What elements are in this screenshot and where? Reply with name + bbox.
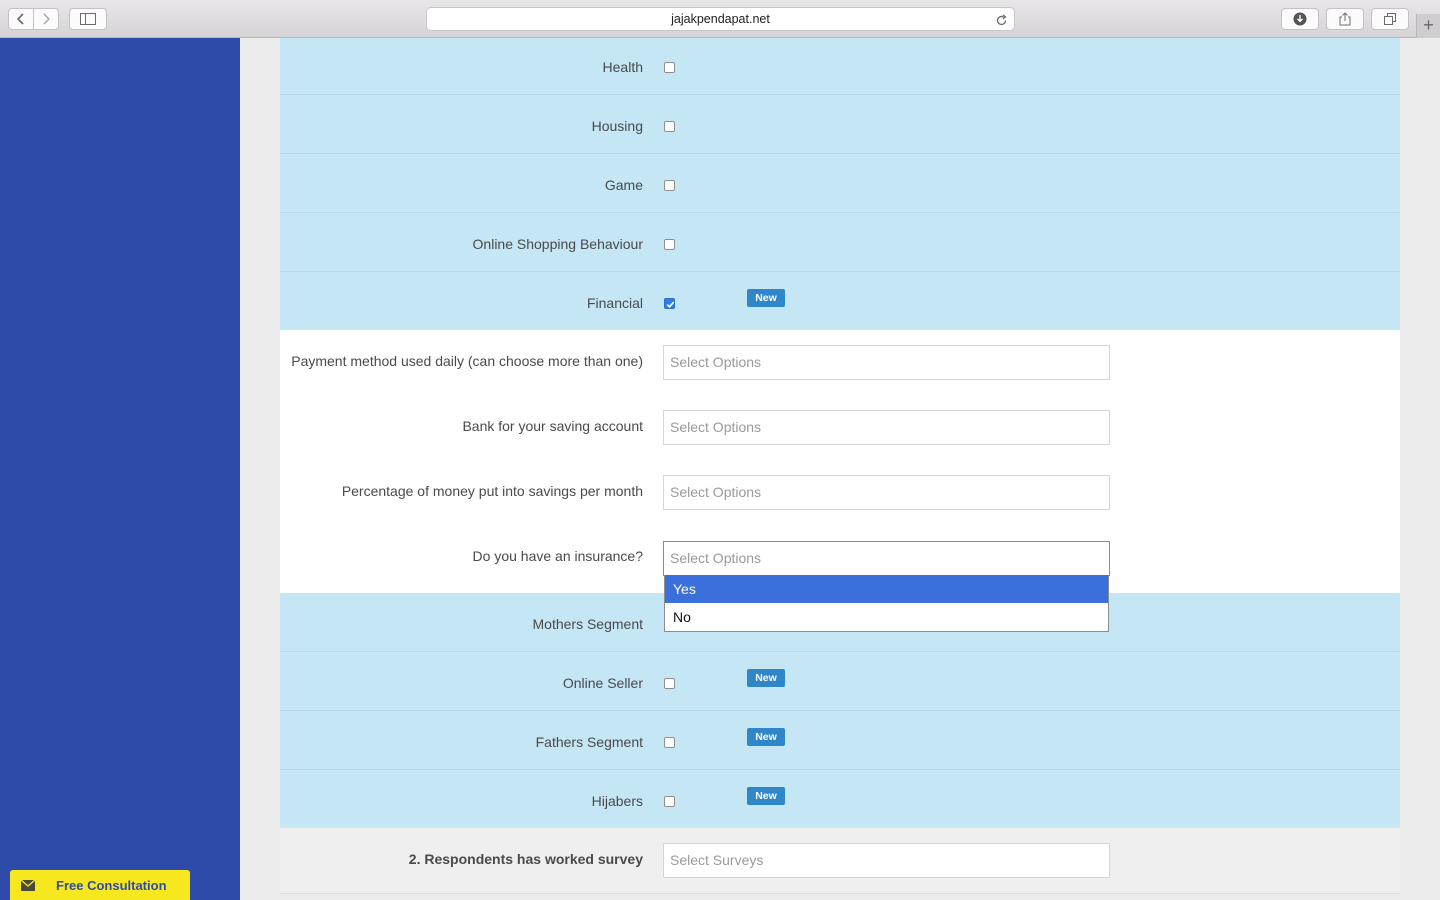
reload-icon[interactable]	[995, 12, 1008, 34]
envelope-icon	[10, 870, 46, 900]
segment-row-game: Game	[280, 154, 1400, 213]
question-label: Percentage of money put into savings per…	[341, 483, 643, 499]
segment-label: Online Shopping Behaviour	[472, 236, 643, 252]
survey-filter-form: Health Housing Game Online Shopping Beha…	[280, 38, 1400, 900]
new-tab-button[interactable]: +	[1416, 14, 1440, 38]
savings-percentage-select[interactable]: Select Options	[663, 475, 1110, 510]
url-text: jajakpendapat.net	[671, 12, 770, 26]
online-shopping-checkbox[interactable]	[664, 239, 675, 250]
checkmark-icon	[666, 301, 675, 308]
tabs-icon	[1384, 13, 1396, 25]
free-consultation-button[interactable]: Free Consultation	[10, 870, 190, 900]
insurance-options-list: Yes No	[664, 575, 1109, 632]
segment-row-online-seller: Online Seller New	[280, 652, 1400, 711]
share-icon	[1339, 12, 1351, 26]
online-seller-checkbox[interactable]	[664, 678, 675, 689]
tabs-overview-button[interactable]	[1371, 8, 1409, 30]
segment-label: Hijabers	[591, 793, 643, 809]
segment-row-health: Health	[280, 38, 1400, 95]
segment-row-online-shopping: Online Shopping Behaviour	[280, 213, 1400, 272]
insurance-select[interactable]: Select Options	[663, 541, 1110, 576]
payment-method-select[interactable]: Select Options	[663, 345, 1110, 380]
segment-row-hijabers: Hijabers New	[280, 770, 1400, 828]
chevron-left-icon	[16, 13, 24, 25]
back-button[interactable]	[8, 8, 34, 30]
segment-label: Fathers Segment	[535, 734, 643, 750]
downloads-button[interactable]	[1281, 8, 1319, 30]
segment-label: Mothers Segment	[532, 616, 644, 632]
question-label: Bank for your saving account	[462, 418, 643, 434]
hijabers-checkbox[interactable]	[664, 796, 675, 807]
new-badge: New	[747, 669, 785, 687]
segment-label: Health	[602, 59, 643, 75]
free-consultation-label: Free Consultation	[56, 877, 167, 893]
worked-survey-row: 2. Respondents has worked survey Select …	[280, 828, 1400, 894]
financial-checkbox[interactable]	[664, 298, 675, 309]
saving-bank-select[interactable]: Select Options	[663, 410, 1110, 445]
browser-toolbar: jajakpendapat.net +	[0, 0, 1440, 38]
option-no[interactable]: No	[665, 603, 1108, 631]
health-checkbox[interactable]	[664, 62, 675, 73]
share-button[interactable]	[1326, 8, 1364, 30]
segment-row-financial: Financial New	[280, 272, 1400, 330]
housing-checkbox[interactable]	[664, 121, 675, 132]
sidebar	[0, 38, 240, 900]
segment-row-housing: Housing	[280, 95, 1400, 154]
download-icon	[1293, 12, 1307, 26]
financial-questions-panel: Payment method used daily (can choose mo…	[280, 330, 1400, 593]
option-yes[interactable]: Yes	[665, 575, 1108, 603]
address-bar[interactable]: jajakpendapat.net	[426, 7, 1015, 31]
sidebar-toggle-button[interactable]	[69, 8, 107, 30]
question-label: Do you have an insurance?	[472, 548, 643, 564]
forward-button[interactable]	[33, 8, 59, 30]
fathers-checkbox[interactable]	[664, 737, 675, 748]
segment-row-fathers: Fathers Segment New	[280, 711, 1400, 770]
sidebar-icon	[80, 13, 96, 25]
surveys-select[interactable]: Select Surveys	[663, 843, 1110, 878]
segment-label: Game	[604, 177, 643, 193]
segment-label: Financial	[586, 295, 643, 311]
segment-label: Online Seller	[562, 675, 643, 691]
worked-survey-label: 2. Respondents has worked survey	[408, 851, 643, 867]
new-badge: New	[747, 289, 785, 307]
new-badge: New	[747, 787, 785, 805]
game-checkbox[interactable]	[664, 180, 675, 191]
question-label: Payment method used daily (can choose mo…	[291, 353, 643, 369]
new-badge: New	[747, 728, 785, 746]
chevron-right-icon	[43, 13, 51, 25]
segment-label: Housing	[591, 118, 643, 134]
